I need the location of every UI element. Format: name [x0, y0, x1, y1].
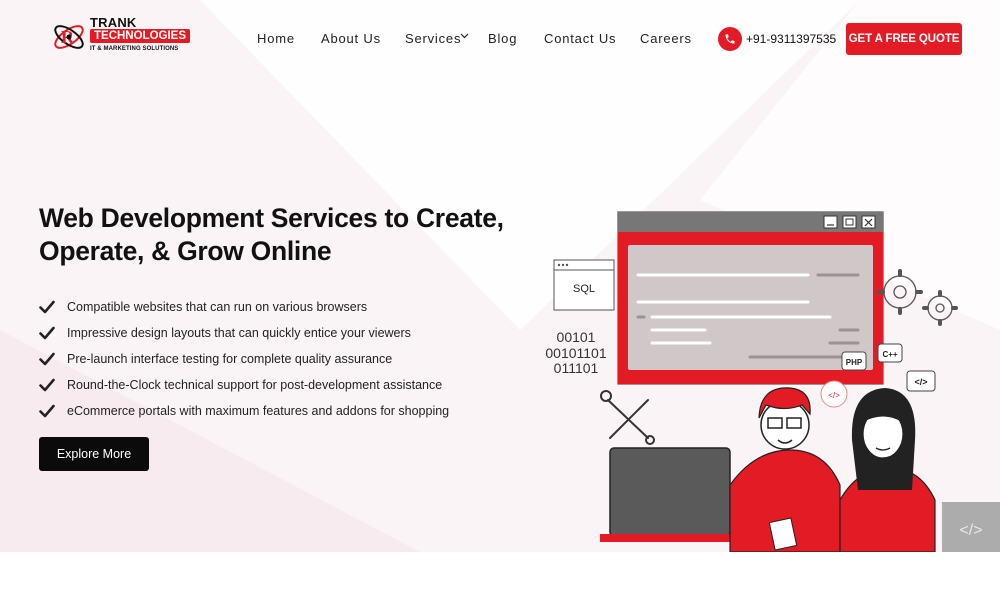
- nav-home[interactable]: Home: [257, 31, 295, 46]
- feature-item: Round-the-Clock technical support for po…: [39, 376, 449, 402]
- feature-list: Compatible websites that can run on vari…: [39, 298, 449, 428]
- binary-line-2: 00101101: [545, 345, 606, 361]
- code-badge: </>: [914, 377, 927, 387]
- feature-item: Impressive design layouts that can quick…: [39, 324, 449, 350]
- feature-text: Compatible websites that can run on vari…: [67, 300, 368, 314]
- feature-text: Round-the-Clock technical support for po…: [67, 378, 443, 392]
- binary-line-1: 00101: [557, 329, 596, 345]
- nav-about-us[interactable]: About Us: [321, 31, 381, 46]
- atom-logo-icon: R: [54, 25, 84, 49]
- get-free-quote-button[interactable]: GET A FREE QUOTE: [846, 23, 962, 55]
- hero-title-line-2: Operate, & Grow Online: [39, 236, 332, 266]
- explore-more-button[interactable]: Explore More: [39, 437, 149, 471]
- hero-title: Web Development Services to Create, Oper…: [39, 202, 519, 268]
- phone-number: +91-9311397535: [746, 32, 837, 46]
- feature-text: Impressive design layouts that can quick…: [67, 326, 411, 340]
- feature-text: Pre-launch interface testing for complet…: [67, 352, 393, 366]
- brand-logo[interactable]: R TRANK TECHNOLOGIES IT & MARKETING SOLU…: [50, 13, 191, 59]
- checkmark-icon: [39, 326, 55, 340]
- hero-title-line-1: Web Development Services to Create,: [39, 203, 504, 233]
- brand-name-secondary: TECHNOLOGIES: [90, 29, 191, 43]
- feature-item: eCommerce portals with maximum features …: [39, 402, 449, 428]
- php-badge: PHP: [846, 358, 863, 367]
- developers-illustration: SQL 00101 00101101 011101 PHP C++ </> </…: [545, 211, 1000, 552]
- nav-blog[interactable]: Blog: [488, 31, 517, 46]
- svg-text:</>: </>: [959, 522, 982, 539]
- feature-item: Compatible websites that can run on vari…: [39, 298, 449, 324]
- feature-text: eCommerce portals with maximum features …: [67, 404, 450, 418]
- brand-name: TRANK: [90, 15, 137, 30]
- site-header: R TRANK TECHNOLOGIES IT & MARKETING SOLU…: [0, 0, 1000, 80]
- nav-contact-us[interactable]: Contact Us: [544, 31, 616, 46]
- binary-line-3: 011101: [554, 360, 599, 376]
- checkmark-icon: [39, 378, 55, 392]
- checkmark-icon: [39, 352, 55, 366]
- nav-careers[interactable]: Careers: [640, 31, 692, 46]
- checkmark-icon: [39, 404, 55, 418]
- code-badge-small: </>: [828, 391, 840, 400]
- nav-services[interactable]: Services: [405, 31, 461, 46]
- phone-icon: [718, 27, 742, 51]
- chevron-down-icon[interactable]: [460, 31, 469, 43]
- cpp-badge: C++: [882, 350, 897, 359]
- brand-tagline: IT & MARKETING SOLUTIONS: [90, 46, 179, 52]
- feature-item: Pre-launch interface testing for complet…: [39, 350, 449, 376]
- sql-label: SQL: [573, 283, 595, 295]
- checkmark-icon: [39, 300, 55, 314]
